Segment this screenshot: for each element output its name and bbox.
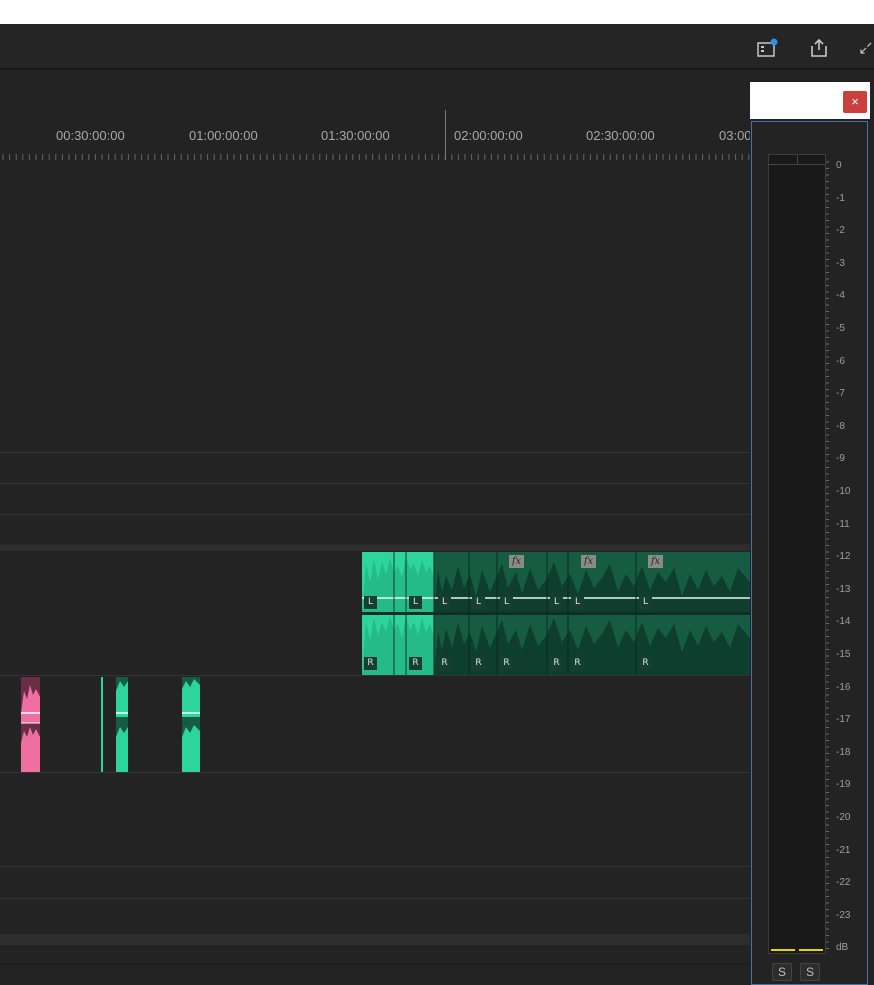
db-scale-label: -10 bbox=[836, 486, 851, 497]
horizontal-scrollbar[interactable] bbox=[0, 934, 750, 945]
db-scale-label: -9 bbox=[836, 453, 845, 465]
track-divider bbox=[0, 772, 750, 773]
db-scale-label: dB bbox=[836, 942, 849, 954]
fx-badge[interactable]: fx bbox=[648, 555, 663, 568]
solo-left-button[interactable]: S bbox=[772, 963, 792, 981]
db-scale-label: -20 bbox=[836, 812, 851, 823]
db-scale-label: -1 bbox=[836, 192, 845, 204]
meter-channels bbox=[768, 154, 826, 954]
timecode-label: 02:30:00:00 bbox=[586, 128, 655, 143]
channel-right-label: R bbox=[472, 657, 485, 670]
meter-frame: 0 -1 -2 -3 -4 -5 -6 -7 -8 -9 -10 -11 -12 -13 -14 -15 -16… bbox=[751, 121, 868, 985]
track-divider bbox=[0, 675, 750, 676]
channel-right-label: R bbox=[639, 657, 652, 670]
db-scale-label: -23 bbox=[836, 909, 851, 921]
db-scale-label: -6 bbox=[836, 355, 845, 367]
channel-left-label: L bbox=[409, 596, 422, 609]
db-scale-label: -17 bbox=[836, 714, 851, 726]
channel-right-label: R bbox=[364, 657, 377, 670]
db-scale-label: -21 bbox=[836, 844, 851, 856]
timeline-panel[interactable]: 00:30:00:00 01:00:00:00 01:30:00:00 02:0… bbox=[0, 72, 750, 985]
peak-indicator-divider bbox=[797, 155, 798, 165]
meter-title-bar: × bbox=[750, 82, 870, 119]
db-scale-label: -7 bbox=[836, 388, 845, 400]
close-button[interactable]: × bbox=[843, 91, 867, 113]
timecode-label: 01:30:00:00 bbox=[321, 128, 390, 143]
meter-scale-ticks bbox=[826, 161, 829, 949]
channel-left-label: L bbox=[472, 596, 485, 609]
channel-left-label: L bbox=[364, 596, 377, 609]
track-divider bbox=[0, 483, 750, 484]
db-scale-label: -4 bbox=[836, 290, 845, 302]
panel-header bbox=[0, 24, 874, 70]
db-scale-label: -15 bbox=[836, 649, 851, 660]
timecode-label: 01:00:00:00 bbox=[189, 128, 258, 143]
channel-right-label: R bbox=[571, 657, 584, 670]
time-ruler[interactable]: 00:30:00:00 01:00:00:00 01:30:00:00 02:0… bbox=[0, 72, 750, 164]
db-scale-label: -11 bbox=[836, 518, 850, 530]
fx-badge[interactable]: fx bbox=[581, 555, 596, 568]
playhead-indicator[interactable] bbox=[445, 110, 446, 160]
channel-right-label: R bbox=[438, 657, 451, 670]
timecode-label: 03:00 bbox=[719, 128, 750, 143]
channel-right-label: R bbox=[409, 657, 422, 670]
db-scale-label: -14 bbox=[836, 616, 851, 628]
channel-left-label: L bbox=[438, 596, 451, 609]
bottom-divider bbox=[0, 964, 750, 965]
channel-right-label: R bbox=[550, 657, 563, 670]
meter-level-left bbox=[771, 949, 795, 951]
channel-left-label: L bbox=[550, 596, 563, 609]
track-divider bbox=[0, 452, 750, 453]
fx-badge[interactable]: fx bbox=[509, 555, 524, 568]
db-scale-label: -8 bbox=[836, 420, 845, 432]
track-divider bbox=[0, 866, 750, 867]
db-scale-label: 0 bbox=[836, 160, 842, 171]
timecode-label: 02:00:00:00 bbox=[454, 128, 523, 143]
channel-left-label: L bbox=[639, 596, 652, 609]
db-scale-label: -5 bbox=[836, 323, 845, 334]
db-scale-label: -19 bbox=[836, 779, 851, 791]
share-icon[interactable] bbox=[806, 36, 832, 60]
db-scale-label: -3 bbox=[836, 257, 845, 269]
video-audio-separator[interactable] bbox=[0, 544, 750, 551]
audio-clip-teal[interactable] bbox=[182, 677, 200, 772]
audio-clip-sliver[interactable] bbox=[101, 677, 103, 772]
audio-clip-teal[interactable] bbox=[116, 677, 128, 772]
db-scale-label: -13 bbox=[836, 583, 851, 595]
top-white-strip bbox=[0, 0, 874, 24]
meter-level-right bbox=[799, 949, 823, 951]
track-divider bbox=[0, 898, 750, 899]
db-scale-label: -2 bbox=[836, 225, 845, 237]
db-scale-label: -18 bbox=[836, 746, 851, 758]
expand-icon[interactable] bbox=[858, 36, 874, 60]
db-scale-label: -12 bbox=[836, 551, 851, 563]
channel-right-label: R bbox=[500, 657, 513, 670]
db-scale-label: -22 bbox=[836, 877, 851, 889]
channel-left-label: L bbox=[571, 596, 584, 609]
audio-clip-pink[interactable] bbox=[21, 677, 40, 772]
track-divider bbox=[0, 514, 750, 515]
panel-notification-icon[interactable] bbox=[754, 36, 780, 60]
audio-meter-panel: × 0 -1 -2 -3 -4 -5 -6 -7 -8 -9 -10 -11 -12 -13 -14 -15 -… bbox=[750, 82, 874, 985]
channel-left-label: L bbox=[500, 596, 513, 609]
solo-right-button[interactable]: S bbox=[800, 963, 820, 981]
db-scale-label: -16 bbox=[836, 681, 851, 693]
audio-clip-group[interactable]: fx fx fx L L L L L L L L R R R R R R R R bbox=[362, 552, 750, 675]
timecode-label: 00:30:00:00 bbox=[56, 128, 125, 143]
ruler-ticks bbox=[2, 154, 750, 160]
